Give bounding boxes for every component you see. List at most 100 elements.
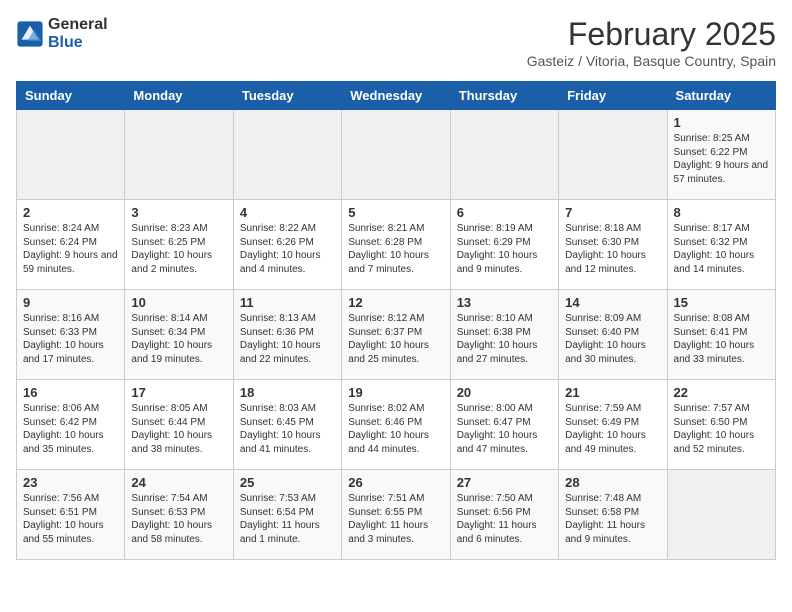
calendar-cell: 6 Sunrise: 8:19 AM Sunset: 6:29 PM Daylig… bbox=[450, 200, 558, 290]
cell-date-number: 22 bbox=[674, 385, 769, 400]
cell-date-number: 6 bbox=[457, 205, 552, 220]
calendar-cell bbox=[125, 110, 233, 200]
cell-date-number: 10 bbox=[131, 295, 226, 310]
cell-date-number: 18 bbox=[240, 385, 335, 400]
cell-content: Sunrise: 7:50 AM Sunset: 6:56 PM Dayligh… bbox=[457, 492, 552, 546]
cell-content: Sunrise: 8:19 AM Sunset: 6:29 PM Dayligh… bbox=[457, 222, 552, 276]
cell-date-number: 2 bbox=[23, 205, 118, 220]
calendar-cell: 11 Sunrise: 8:13 AM Sunset: 6:36 PM Dayli… bbox=[233, 290, 341, 380]
cell-date-number: 17 bbox=[131, 385, 226, 400]
day-header-monday: Monday bbox=[125, 82, 233, 110]
calendar-cell: 15 Sunrise: 8:08 AM Sunset: 6:41 PM Dayli… bbox=[667, 290, 775, 380]
cell-content: Sunrise: 8:08 AM Sunset: 6:41 PM Dayligh… bbox=[674, 312, 769, 366]
logo-icon bbox=[16, 20, 44, 48]
calendar-cell: 27 Sunrise: 7:50 AM Sunset: 6:56 PM Dayli… bbox=[450, 470, 558, 560]
calendar-cell: 10 Sunrise: 8:14 AM Sunset: 6:34 PM Dayli… bbox=[125, 290, 233, 380]
cell-content: Sunrise: 7:51 AM Sunset: 6:55 PM Dayligh… bbox=[348, 492, 443, 546]
day-header-saturday: Saturday bbox=[667, 82, 775, 110]
calendar-cell: 17 Sunrise: 8:05 AM Sunset: 6:44 PM Dayli… bbox=[125, 380, 233, 470]
calendar-cell: 23Sunrise: 7:56 AM Sunset: 6:51 PM Dayli… bbox=[17, 470, 125, 560]
calendar-week-2: 9 Sunrise: 8:16 AM Sunset: 6:33 PM Daylig… bbox=[17, 290, 776, 380]
cell-date-number: 11 bbox=[240, 295, 335, 310]
calendar-cell: 21 Sunrise: 7:59 AM Sunset: 6:49 PM Dayli… bbox=[559, 380, 667, 470]
calendar-cell: 7Sunrise: 8:18 AM Sunset: 6:30 PM Daylig… bbox=[559, 200, 667, 290]
calendar-cell: 2 Sunrise: 8:24 AM Sunset: 6:24 PM Daylig… bbox=[17, 200, 125, 290]
cell-content: Sunrise: 7:56 AM Sunset: 6:51 PM Dayligh… bbox=[23, 492, 118, 546]
calendar-cell: 9 Sunrise: 8:16 AM Sunset: 6:33 PM Daylig… bbox=[17, 290, 125, 380]
location-title: Gasteiz / Vitoria, Basque Country, Spain bbox=[527, 53, 776, 69]
calendar-cell: 5Sunrise: 8:21 AM Sunset: 6:28 PM Daylig… bbox=[342, 200, 450, 290]
calendar-cell: 24Sunrise: 7:54 AM Sunset: 6:53 PM Dayli… bbox=[125, 470, 233, 560]
calendar-cell: 8Sunrise: 8:17 AM Sunset: 6:32 PM Daylig… bbox=[667, 200, 775, 290]
cell-content: Sunrise: 7:59 AM Sunset: 6:49 PM Dayligh… bbox=[565, 402, 660, 456]
cell-content: Sunrise: 8:10 AM Sunset: 6:38 PM Dayligh… bbox=[457, 312, 552, 366]
calendar-cell bbox=[450, 110, 558, 200]
cell-date-number: 19 bbox=[348, 385, 443, 400]
cell-date-number: 5 bbox=[348, 205, 443, 220]
calendar-cell bbox=[559, 110, 667, 200]
cell-content: Sunrise: 8:05 AM Sunset: 6:44 PM Dayligh… bbox=[131, 402, 226, 456]
cell-content: Sunrise: 8:00 AM Sunset: 6:47 PM Dayligh… bbox=[457, 402, 552, 456]
title-area: February 2025 Gasteiz / Vitoria, Basque … bbox=[527, 16, 776, 69]
calendar-cell: 14 Sunrise: 8:09 AM Sunset: 6:40 PM Dayli… bbox=[559, 290, 667, 380]
cell-content: Sunrise: 8:09 AM Sunset: 6:40 PM Dayligh… bbox=[565, 312, 660, 366]
day-header-friday: Friday bbox=[559, 82, 667, 110]
cell-content: Sunrise: 8:12 AM Sunset: 6:37 PM Dayligh… bbox=[348, 312, 443, 366]
cell-date-number: 13 bbox=[457, 295, 552, 310]
calendar-table: SundayMondayTuesdayWednesdayThursdayFrid… bbox=[16, 81, 776, 560]
calendar-cell: 4Sunrise: 8:22 AM Sunset: 6:26 PM Daylig… bbox=[233, 200, 341, 290]
calendar-week-3: 16Sunrise: 8:06 AM Sunset: 6:42 PM Dayli… bbox=[17, 380, 776, 470]
cell-date-number: 28 bbox=[565, 475, 660, 490]
calendar-cell: 26 Sunrise: 7:51 AM Sunset: 6:55 PM Dayli… bbox=[342, 470, 450, 560]
cell-date-number: 14 bbox=[565, 295, 660, 310]
calendar-cell: 18 Sunrise: 8:03 AM Sunset: 6:45 PM Dayli… bbox=[233, 380, 341, 470]
cell-date-number: 7 bbox=[565, 205, 660, 220]
calendar-cell: 3 Sunrise: 8:23 AM Sunset: 6:25 PM Daylig… bbox=[125, 200, 233, 290]
cell-date-number: 9 bbox=[23, 295, 118, 310]
cell-date-number: 1 bbox=[674, 115, 769, 130]
calendar-cell: 22 Sunrise: 7:57 AM Sunset: 6:50 PM Dayli… bbox=[667, 380, 775, 470]
header: General Blue February 2025 Gasteiz / Vit… bbox=[16, 16, 776, 69]
cell-content: Sunrise: 8:03 AM Sunset: 6:45 PM Dayligh… bbox=[240, 402, 335, 456]
cell-date-number: 3 bbox=[131, 205, 226, 220]
calendar-cell: 13 Sunrise: 8:10 AM Sunset: 6:38 PM Dayli… bbox=[450, 290, 558, 380]
cell-date-number: 26 bbox=[348, 475, 443, 490]
calendar-cell bbox=[233, 110, 341, 200]
cell-content: Sunrise: 8:24 AM Sunset: 6:24 PM Dayligh… bbox=[23, 222, 118, 276]
logo-text: General Blue bbox=[48, 16, 108, 51]
cell-date-number: 15 bbox=[674, 295, 769, 310]
cell-content: Sunrise: 8:06 AM Sunset: 6:42 PM Dayligh… bbox=[23, 402, 118, 456]
calendar-cell: 20Sunrise: 8:00 AM Sunset: 6:47 PM Dayli… bbox=[450, 380, 558, 470]
cell-date-number: 27 bbox=[457, 475, 552, 490]
calendar-body: 1 Sunrise: 8:25 AM Sunset: 6:22 PM Daylig… bbox=[17, 110, 776, 560]
calendar-cell: 16Sunrise: 8:06 AM Sunset: 6:42 PM Dayli… bbox=[17, 380, 125, 470]
logo: General Blue bbox=[16, 16, 108, 51]
cell-date-number: 8 bbox=[674, 205, 769, 220]
calendar-cell: 19Sunrise: 8:02 AM Sunset: 6:46 PM Dayli… bbox=[342, 380, 450, 470]
calendar-header: SundayMondayTuesdayWednesdayThursdayFrid… bbox=[17, 82, 776, 110]
cell-content: Sunrise: 8:25 AM Sunset: 6:22 PM Dayligh… bbox=[674, 132, 769, 186]
calendar-cell: 1 Sunrise: 8:25 AM Sunset: 6:22 PM Daylig… bbox=[667, 110, 775, 200]
cell-date-number: 4 bbox=[240, 205, 335, 220]
calendar-cell bbox=[17, 110, 125, 200]
cell-date-number: 21 bbox=[565, 385, 660, 400]
cell-content: Sunrise: 8:23 AM Sunset: 6:25 PM Dayligh… bbox=[131, 222, 226, 276]
days-header-row: SundayMondayTuesdayWednesdayThursdayFrid… bbox=[17, 82, 776, 110]
logo-blue-text: Blue bbox=[48, 34, 108, 52]
cell-date-number: 24 bbox=[131, 475, 226, 490]
cell-content: Sunrise: 8:13 AM Sunset: 6:36 PM Dayligh… bbox=[240, 312, 335, 366]
cell-content: Sunrise: 7:57 AM Sunset: 6:50 PM Dayligh… bbox=[674, 402, 769, 456]
day-header-wednesday: Wednesday bbox=[342, 82, 450, 110]
cell-content: Sunrise: 8:16 AM Sunset: 6:33 PM Dayligh… bbox=[23, 312, 118, 366]
day-header-tuesday: Tuesday bbox=[233, 82, 341, 110]
cell-content: Sunrise: 8:14 AM Sunset: 6:34 PM Dayligh… bbox=[131, 312, 226, 366]
month-title: February 2025 bbox=[527, 16, 776, 53]
day-header-thursday: Thursday bbox=[450, 82, 558, 110]
cell-content: Sunrise: 7:53 AM Sunset: 6:54 PM Dayligh… bbox=[240, 492, 335, 546]
cell-date-number: 12 bbox=[348, 295, 443, 310]
calendar-week-4: 23Sunrise: 7:56 AM Sunset: 6:51 PM Dayli… bbox=[17, 470, 776, 560]
calendar-cell bbox=[342, 110, 450, 200]
calendar-cell: 28Sunrise: 7:48 AM Sunset: 6:58 PM Dayli… bbox=[559, 470, 667, 560]
calendar-cell: 12 Sunrise: 8:12 AM Sunset: 6:37 PM Dayli… bbox=[342, 290, 450, 380]
day-header-sunday: Sunday bbox=[17, 82, 125, 110]
